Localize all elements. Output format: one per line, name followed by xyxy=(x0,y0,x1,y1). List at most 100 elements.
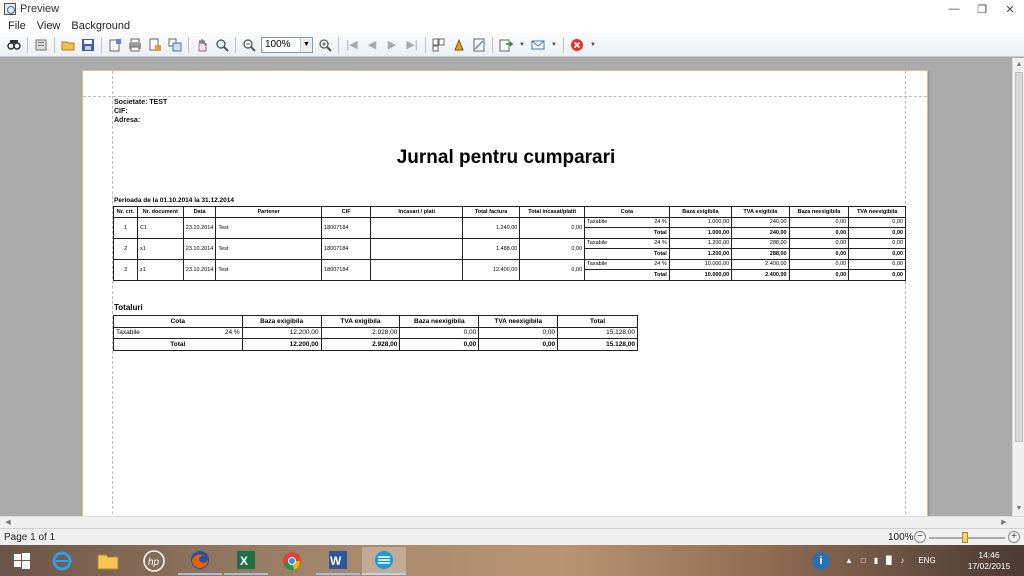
scale-icon[interactable] xyxy=(167,37,183,53)
cell-total-base-not-due: 0,00 xyxy=(788,227,850,239)
hp-icon[interactable]: hp xyxy=(132,547,176,575)
cell-vat-label: Taxabile xyxy=(584,216,622,228)
signal-icon[interactable]: ▉ xyxy=(886,556,892,565)
print-icon[interactable] xyxy=(127,37,143,53)
minimize-button[interactable]: — xyxy=(940,0,968,18)
next-page-icon[interactable]: ▶ xyxy=(384,37,400,53)
close-preview-icon[interactable] xyxy=(569,37,585,53)
menu-file[interactable]: File xyxy=(8,20,26,32)
page-setup-icon[interactable] xyxy=(107,37,123,53)
cell-vat-not-due: 0,00 xyxy=(848,237,906,249)
open-folder-icon[interactable] xyxy=(60,37,76,53)
cell-nr: 3 xyxy=(113,258,138,281)
preview-app-icon[interactable] xyxy=(362,547,406,575)
email-icon[interactable] xyxy=(530,37,546,53)
menu-bar: File View Background xyxy=(0,18,1024,33)
language-indicator[interactable]: ENG xyxy=(918,556,935,565)
cell-payments xyxy=(370,258,463,281)
cell-base-due: 12.200,00 xyxy=(241,326,322,339)
zoom-select[interactable]: 100% ▼ xyxy=(261,36,313,53)
previous-page-icon[interactable]: ◀ xyxy=(364,37,380,53)
magnifier-icon[interactable] xyxy=(214,37,230,53)
zoom-in-icon[interactable] xyxy=(317,37,333,53)
first-page-icon[interactable]: |◀ xyxy=(344,37,360,53)
scroll-up-icon[interactable]: ▲ xyxy=(1013,59,1024,71)
page-margin-right xyxy=(905,71,906,516)
col-header: Cota xyxy=(584,206,670,218)
totals-table: Cota Baza exigibila TVA exigibila Baza n… xyxy=(113,315,638,351)
maximize-button[interactable]: ❐ xyxy=(968,0,996,18)
zoom-slider-handle[interactable] xyxy=(962,532,968,543)
multiple-pages-icon[interactable] xyxy=(431,37,447,53)
save-icon[interactable] xyxy=(80,37,96,53)
help-icon[interactable]: i xyxy=(812,551,830,570)
chevron-down-icon[interactable]: ▼ xyxy=(518,37,526,53)
chevron-down-icon[interactable]: ▼ xyxy=(589,37,597,53)
export-icon[interactable] xyxy=(498,37,514,53)
cell-total-vat-due: 2.928,00 xyxy=(320,338,401,351)
quick-print-icon[interactable] xyxy=(147,37,163,53)
zoom-plus-button[interactable]: + xyxy=(1008,531,1020,543)
volume-icon[interactable]: ♪ xyxy=(900,556,904,565)
chevron-down-icon[interactable]: ▼ xyxy=(300,37,312,52)
cell-total-label: Total xyxy=(584,269,670,281)
firefox-icon[interactable] xyxy=(178,547,222,575)
file-explorer-icon[interactable] xyxy=(86,547,130,575)
col-header: Data xyxy=(182,206,217,218)
cell-base-not-due: 0,00 xyxy=(788,237,850,249)
cell-payments xyxy=(370,237,463,260)
color-icon[interactable] xyxy=(451,37,467,53)
cell-total-vat-due: 288,00 xyxy=(731,248,790,260)
excel-icon[interactable]: X xyxy=(224,547,268,575)
cell-base-not-due: 0,00 xyxy=(399,326,480,339)
battery-icon[interactable]: ▮ xyxy=(874,556,878,565)
page-indicator: Page 1 of 1 xyxy=(4,532,56,543)
chrome-icon[interactable] xyxy=(270,547,314,575)
find-icon[interactable] xyxy=(6,37,22,53)
last-page-icon[interactable]: ▶| xyxy=(404,37,420,53)
report-title: Jurnal pentru cumparari xyxy=(396,147,616,168)
zoom-minus-button[interactable]: − xyxy=(914,531,926,543)
cell-nr: 2 xyxy=(113,237,138,260)
network-icon[interactable]: □ xyxy=(861,556,866,565)
company-name: Societate: TEST xyxy=(114,99,168,106)
scroll-thumb[interactable] xyxy=(1015,72,1023,442)
start-button[interactable] xyxy=(0,547,44,575)
cell-vat-due: 2.928,00 xyxy=(320,326,401,339)
close-button[interactable]: ✕ xyxy=(996,0,1024,18)
cell-total-base-not-due: 0,00 xyxy=(788,248,850,260)
show-hidden-icons[interactable]: ▲ xyxy=(845,556,853,565)
menu-view[interactable]: View xyxy=(37,20,61,32)
cell-total-label: Total xyxy=(113,338,243,351)
taskbar: hp X W i ▲ □ ▮ ▉ ♪ ENG 14:46 17/02/2015 xyxy=(0,545,1024,576)
watermark-icon[interactable] xyxy=(471,37,487,53)
cell-total-label: Total xyxy=(584,227,670,239)
cell-total-base-not-due: 0,00 xyxy=(788,269,850,281)
hand-tool-icon[interactable] xyxy=(194,37,210,53)
cell-total-base-due: 12.200,00 xyxy=(241,338,322,351)
zoom-out-icon[interactable] xyxy=(241,37,257,53)
company-cif: CIF: xyxy=(114,108,128,115)
scroll-down-icon[interactable]: ▼ xyxy=(1013,503,1024,515)
cell-vat-due: 240,00 xyxy=(731,216,790,228)
cell-partner: Test xyxy=(215,258,323,281)
cell-total-invoice: 12.400,00 xyxy=(461,258,521,281)
horizontal-scrollbar[interactable]: ◀ ▶ xyxy=(0,516,1024,528)
cell-total-base-due: 1.200,00 xyxy=(668,248,733,260)
chevron-down-icon[interactable]: ▼ xyxy=(550,37,558,53)
cell-total-paid: 0,00 xyxy=(519,258,586,281)
totals-row: Taxabile 24 % 12.200,00 2.928,00 0,00 0,… xyxy=(113,326,638,339)
purchase-journal-table: Nr. crt. Nr. document Data Partener CIF … xyxy=(113,206,906,281)
document-map-icon[interactable] xyxy=(33,37,49,53)
menu-background[interactable]: Background xyxy=(71,20,130,32)
document-viewport[interactable]: Societate: TEST CIF: Adresa: Jurnal pent… xyxy=(0,58,1012,516)
company-address: Adresa: xyxy=(114,117,141,124)
vertical-scrollbar[interactable]: ▲ ▼ xyxy=(1012,58,1024,516)
internet-explorer-icon[interactable] xyxy=(40,547,84,575)
col-header: Baza exigibila xyxy=(241,315,322,328)
col-header: Total xyxy=(557,315,638,328)
word-icon[interactable]: W xyxy=(316,547,360,575)
clock[interactable]: 14:46 17/02/2015 xyxy=(966,550,1012,572)
zoom-level: 100% xyxy=(888,532,914,543)
totals-header-row: Cota Baza exigibila TVA exigibila Baza n… xyxy=(113,315,638,328)
